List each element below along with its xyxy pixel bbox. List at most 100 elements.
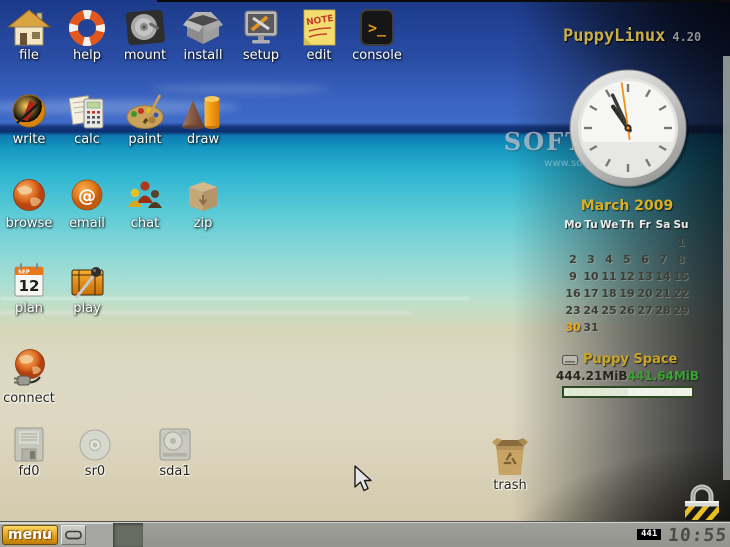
monitor-tools-icon [239, 8, 283, 48]
puppy-space-title: Puppy Space [583, 352, 677, 367]
icon-label: edit [290, 49, 348, 63]
drive-icon [153, 426, 197, 464]
calculator-icon [65, 92, 109, 132]
calendar-date: 10 [582, 270, 600, 287]
floppy-icon [7, 426, 51, 464]
globe-icon [7, 176, 51, 216]
calendar-day-header: Th [618, 219, 636, 236]
icon-label: browse [0, 217, 58, 231]
icon-label: draw [174, 133, 232, 147]
desktop-icon-email[interactable]: @ email [58, 176, 116, 231]
calendar-date [618, 236, 636, 253]
calendar-date: 15 [672, 270, 690, 287]
icon-label: calc [58, 133, 116, 147]
calendar-widget: March 2009 Mo Tu We Th Fr Sa Su 1 2 3 4 … [560, 198, 694, 338]
calendar-date: 31 [582, 321, 600, 338]
desktop-icon-trash[interactable]: trash [481, 436, 539, 493]
calendar-date: 24 [582, 304, 600, 321]
puppy-space-widget: Puppy Space 444.21MiB 441.64MiB [556, 352, 696, 398]
desktop-icon-draw[interactable]: draw [174, 92, 232, 147]
desktop-icon-sr0[interactable]: sr0 [66, 426, 124, 479]
calendar-date [600, 321, 618, 338]
calendar-date: 25 [600, 304, 618, 321]
calendar-date [600, 236, 618, 253]
calendar-date: 19 [618, 287, 636, 304]
desktop-icon-mount[interactable]: mount [116, 8, 174, 63]
icon-label: connect [0, 392, 58, 406]
distro-version: 4.20 [672, 30, 701, 44]
calendar-date: 16 [564, 287, 582, 304]
taskbar: menu 441 10:55 [0, 521, 730, 547]
workspace-pager[interactable] [113, 523, 143, 547]
calendar-date [564, 236, 582, 253]
desktop-icon-paint[interactable]: paint [116, 92, 174, 147]
distro-branding: PuppyLinux 4.20 [563, 26, 701, 46]
icon-label: setup [232, 49, 290, 63]
calendar-date: 6 [636, 253, 654, 270]
calendar-day-header: Sa [654, 219, 672, 236]
desktop-icon-zip[interactable]: zip [174, 176, 232, 231]
drive-mini-icon [65, 529, 82, 541]
lifebuoy-icon [65, 8, 109, 48]
shapes-icon [181, 92, 225, 132]
calendar-date: 29 [672, 304, 690, 321]
calendar-date: 22 [672, 287, 690, 304]
desktop-icon-sda1[interactable]: sda1 [146, 426, 204, 479]
desktop-icon-connect[interactable]: connect [0, 347, 58, 406]
icon-label: write [0, 133, 58, 147]
cdrom-icon [73, 426, 117, 464]
prompt-text: >_ [368, 19, 387, 37]
desktop-icon-setup[interactable]: setup [232, 8, 290, 63]
show-desktop-button[interactable] [61, 525, 86, 545]
calendar-day-header: Tu [582, 219, 600, 236]
analog-clock-widget [566, 66, 692, 196]
at-text: @ [78, 186, 96, 207]
zip-box-icon [181, 176, 225, 216]
desktop-icon-install[interactable]: install [174, 8, 232, 63]
trash-icon [488, 436, 532, 478]
desktop-icon-fd0[interactable]: fd0 [0, 426, 58, 479]
calendar-date [672, 321, 690, 338]
space-used-value: 444.21MiB [556, 369, 628, 383]
calendar-date [654, 236, 672, 253]
calendar-date [618, 321, 636, 338]
menu-button[interactable]: menu [2, 525, 58, 545]
desktop-icon-console[interactable]: >_ console [348, 8, 406, 63]
media-icon [65, 261, 109, 301]
calendar-date: 23 [564, 304, 582, 321]
calendar-date: 12 [618, 270, 636, 287]
desktop-icon-chat[interactable]: chat [116, 176, 174, 231]
taskbar-clock: 10:55 [667, 525, 728, 546]
mouse-cursor [354, 465, 376, 499]
calendar-date [654, 321, 672, 338]
desktop-icon-plan[interactable]: SEP 12 plan [0, 261, 58, 316]
calendar-date: 7 [654, 253, 672, 270]
desktop-icon-write[interactable]: write [0, 92, 58, 147]
calendar-date: 2 [564, 253, 582, 270]
padlock-icon [682, 480, 722, 522]
globe-plug-icon [7, 347, 51, 391]
calendar-day-header: Su [672, 219, 690, 236]
desktop-icon-help[interactable]: help [58, 8, 116, 63]
distro-name: PuppyLinux [563, 26, 665, 46]
calendar-day-header: Fr [636, 219, 654, 236]
calendar-date: 26 [618, 304, 636, 321]
calendar-date: 27 [636, 304, 654, 321]
terminal-icon: >_ [355, 8, 399, 48]
free-space-badge: 441 [637, 529, 661, 540]
icon-label: play [58, 302, 116, 316]
space-usage-bar [562, 386, 694, 398]
calendar-month-text: SEP [18, 270, 30, 276]
desktop-icon-calc[interactable]: calc [58, 92, 116, 147]
desktop-icon-browse[interactable]: browse [0, 176, 58, 231]
desktop-icon-play[interactable]: play [58, 261, 116, 316]
icon-label: sda1 [146, 465, 204, 479]
desktop-icon-file[interactable]: file [0, 8, 58, 63]
calendar-date: 17 [582, 287, 600, 304]
calendar-day-text: 12 [19, 277, 40, 295]
calendar-date [636, 236, 654, 253]
calendar-date: 21 [654, 287, 672, 304]
desktop-icon-edit[interactable]: NOTE edit [290, 8, 348, 63]
lock-widget[interactable] [682, 480, 722, 526]
icon-label: sr0 [66, 465, 124, 479]
